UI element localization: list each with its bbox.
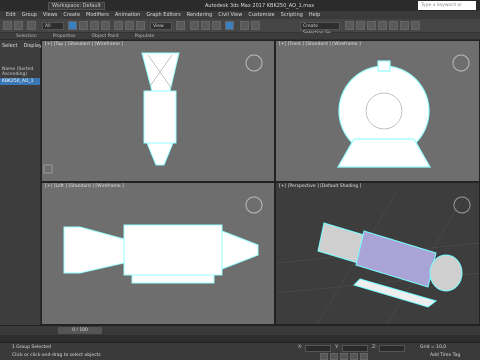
- angle-snap-icon[interactable]: [201, 21, 210, 30]
- front-view-lug-shape: [377, 60, 391, 72]
- snaps-toggle-icon[interactable]: [190, 21, 199, 30]
- scene-object-row[interactable]: KBK250_AO_1: [0, 78, 40, 85]
- time-slider[interactable]: 0 / 100: [0, 325, 480, 335]
- menu-item-views[interactable]: Views: [43, 12, 57, 18]
- menu-item-modifiers[interactable]: Modifiers: [86, 12, 109, 18]
- scale-icon[interactable]: [136, 21, 145, 30]
- frame-indicator[interactable]: 0 / 100: [58, 327, 102, 334]
- select-by-name-icon[interactable]: [79, 21, 88, 30]
- named-selection-sets-dropdown[interactable]: Create Selection Se: [300, 22, 340, 36]
- render-production-icon[interactable]: [411, 21, 420, 30]
- top-view-fins-shape: [141, 52, 180, 92]
- window-crossing-icon[interactable]: [101, 21, 110, 30]
- viewport-front[interactable]: [+] [Front ] [Standard ] [Wireframe ]: [275, 40, 480, 182]
- viewcube-icon[interactable]: [452, 54, 470, 72]
- menu-bar: Edit Group Views Create Modifiers Animat…: [0, 11, 480, 19]
- viewport-perspective[interactable]: [+] [Perspective ] [Default Shading ]: [275, 182, 480, 325]
- ribbon-tab-populate[interactable]: Populate: [135, 34, 155, 39]
- curve-editor-icon[interactable]: [356, 21, 365, 30]
- front-view-cradle-shape: [336, 138, 432, 168]
- mirror-icon[interactable]: [240, 21, 249, 30]
- pivot-center-icon[interactable]: [176, 21, 185, 30]
- viewcube-icon[interactable]: [245, 54, 263, 72]
- ribbon-tab-object-paint[interactable]: Object Paint: [92, 34, 119, 39]
- title-bar: Workspace: Default Autodesk 3ds Max 2017…: [0, 0, 480, 17]
- search-input[interactable]: Type a keyword or phrase: [418, 1, 476, 17]
- select-object-icon[interactable]: [68, 21, 77, 30]
- tab-display[interactable]: Display: [23, 43, 41, 49]
- y-coordinate-field[interactable]: [342, 345, 368, 352]
- spinner-snap-icon[interactable]: [225, 21, 234, 30]
- left-view-body-shape: [123, 224, 223, 276]
- persp-fins-shape: [317, 222, 365, 264]
- percent-snap-icon[interactable]: [212, 21, 221, 30]
- menu-item-rendering[interactable]: Rendering: [187, 12, 213, 18]
- column-header-name[interactable]: Name (Sorted Ascending): [0, 66, 40, 78]
- rectangular-selection-icon[interactable]: [90, 21, 99, 30]
- reference-coordinate-dropdown[interactable]: View: [150, 22, 172, 30]
- perspective-view-svg: [276, 192, 479, 324]
- top-view-nose-shape: [146, 142, 174, 166]
- track-bar[interactable]: [0, 335, 480, 342]
- grid-size-readout: Grid = 10,0: [420, 345, 447, 350]
- x-coordinate-field[interactable]: [305, 345, 331, 352]
- menu-item-scripting[interactable]: Scripting: [281, 12, 303, 18]
- selection-status: 1 Group Selected: [12, 345, 51, 350]
- top-view-body-shape: [143, 90, 177, 144]
- ribbon-tab-properties[interactable]: Properties: [53, 34, 76, 39]
- selection-filter-dropdown[interactable]: All: [42, 22, 64, 30]
- viewport-top[interactable]: [+] [Top ] [Standard ] [Wireframe ]: [41, 40, 275, 182]
- y-label: Y:: [335, 345, 339, 350]
- z-label: Z:: [372, 345, 377, 350]
- rendered-frame-window-icon[interactable]: [400, 21, 409, 30]
- persp-nose-shape: [429, 254, 463, 292]
- left-view-nose-shape: [221, 230, 259, 270]
- schematic-view-icon[interactable]: [367, 21, 376, 30]
- ribbon-tab-selection[interactable]: Selection: [16, 34, 37, 39]
- ribbon-tabs: Selection Properties Object Paint Popula…: [0, 33, 480, 40]
- viewcube-icon[interactable]: [245, 196, 263, 214]
- left-view-cradle-shape: [131, 274, 215, 284]
- play-icon[interactable]: [340, 353, 348, 360]
- menu-item-group[interactable]: Group: [22, 12, 37, 18]
- workspace-selector[interactable]: Workspace: Default: [48, 1, 105, 10]
- status-bar: 1 Group Selected Click or click-and-drag…: [0, 342, 480, 360]
- x-label: X:: [298, 345, 303, 350]
- menu-item-animation[interactable]: Animation: [115, 12, 141, 18]
- left-view-fins-shape: [63, 226, 125, 274]
- left-view-wireframe-svg: [63, 196, 263, 284]
- undo-icon[interactable]: [3, 21, 12, 30]
- menu-item-civil-view[interactable]: Civil View: [218, 12, 242, 18]
- menu-item-customize[interactable]: Customize: [248, 12, 274, 18]
- window-title: Autodesk 3ds Max 2017 KBK250_AO_1.max: [205, 2, 315, 9]
- persp-body-shape: [355, 230, 437, 288]
- tab-select[interactable]: Select: [2, 43, 17, 49]
- render-setup-icon[interactable]: [389, 21, 398, 30]
- main-toolbar: All View Create Selection Se: [0, 19, 480, 36]
- rotate-icon[interactable]: [125, 21, 134, 30]
- prompt-line: Click or click-and-drag to select object…: [12, 353, 101, 358]
- layer-explorer-icon[interactable]: [345, 21, 354, 30]
- menu-item-edit[interactable]: Edit: [6, 12, 16, 18]
- material-editor-icon[interactable]: [378, 21, 387, 30]
- menu-item-create[interactable]: Create: [63, 12, 80, 18]
- move-icon[interactable]: [114, 21, 123, 30]
- redo-icon[interactable]: [14, 21, 23, 30]
- add-time-tag-button[interactable]: Add Time Tag: [430, 353, 460, 358]
- link-icon[interactable]: [27, 21, 36, 30]
- menu-item-graph-editors[interactable]: Graph Editors: [146, 12, 180, 18]
- z-coordinate-field[interactable]: [379, 345, 405, 352]
- go-to-start-icon[interactable]: [320, 353, 328, 360]
- scene-explorer: Select Display Name (Sorted Ascending) K…: [0, 40, 42, 325]
- viewport-left[interactable]: [+] [Left ] [Standard ] [Wireframe ]: [41, 182, 275, 325]
- menu-item-help[interactable]: Help: [309, 12, 320, 18]
- go-to-end-icon[interactable]: [360, 353, 368, 360]
- axis-gizmo-icon: [43, 164, 53, 174]
- front-view-wireframe-svg: [336, 54, 470, 168]
- align-icon[interactable]: [251, 21, 260, 30]
- top-view-wireframe-svg: [43, 52, 263, 174]
- next-frame-icon[interactable]: [350, 353, 358, 360]
- previous-frame-icon[interactable]: [330, 353, 338, 360]
